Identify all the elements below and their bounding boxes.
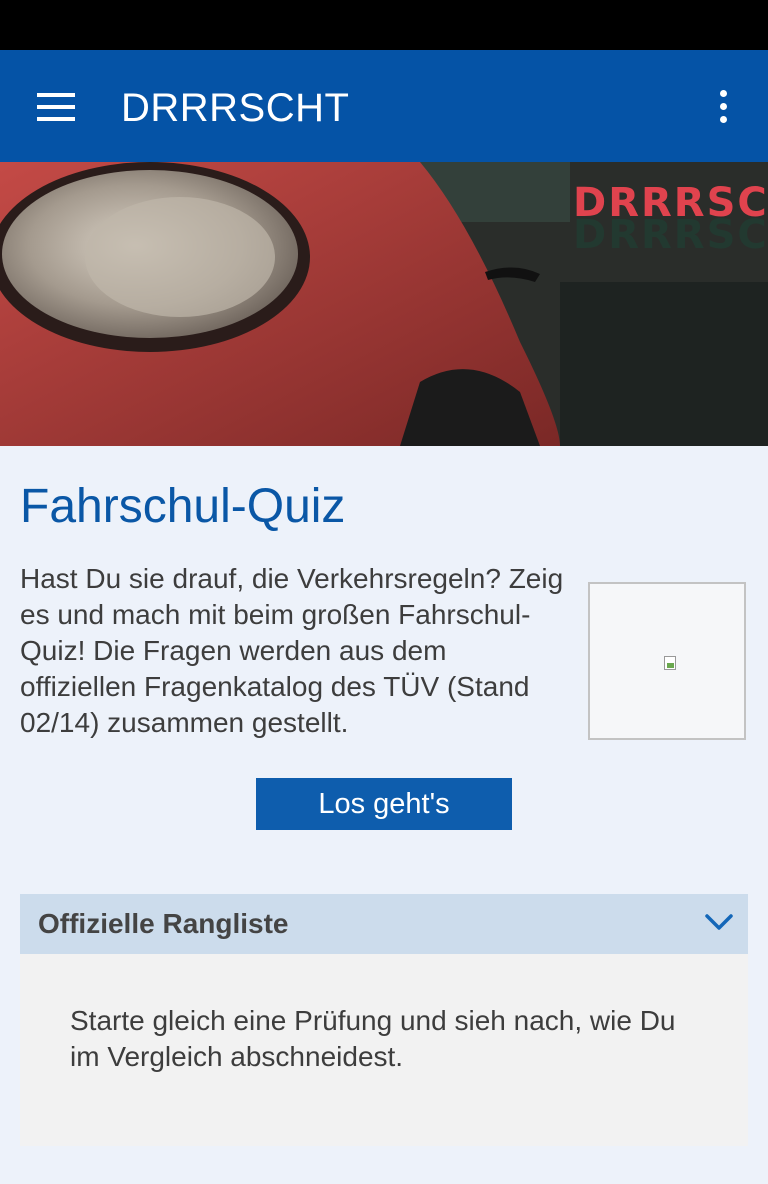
ranking-panel: Offizielle Rangliste Starte gleich eine … bbox=[20, 894, 748, 1146]
broken-image-icon bbox=[664, 656, 676, 670]
hamburger-menu-icon[interactable] bbox=[37, 93, 75, 121]
quiz-image bbox=[588, 582, 746, 740]
quiz-title: Fahrschul-Quiz bbox=[20, 480, 346, 533]
ranking-body-text: Starte gleich eine Prüfung und sieh nach… bbox=[70, 1005, 676, 1072]
hero-banner: DRRRSCHT DRRRSCHT bbox=[0, 162, 768, 446]
status-bar bbox=[0, 0, 768, 50]
hero-brand-text: DRRRSCHT bbox=[573, 180, 768, 226]
chevron-down-icon[interactable] bbox=[704, 912, 734, 932]
app-title: DRRRSCHT bbox=[121, 86, 350, 130]
app-bar: DRRRSCHT bbox=[0, 50, 768, 162]
start-quiz-button[interactable]: Los geht's bbox=[256, 778, 512, 830]
ranking-header[interactable]: Offizielle Rangliste bbox=[20, 894, 748, 954]
quiz-description: Hast Du sie drauf, die Verkehrsregeln? Z… bbox=[20, 563, 564, 738]
ranking-title: Offizielle Rangliste bbox=[38, 908, 289, 939]
more-vertical-icon[interactable] bbox=[712, 88, 736, 124]
